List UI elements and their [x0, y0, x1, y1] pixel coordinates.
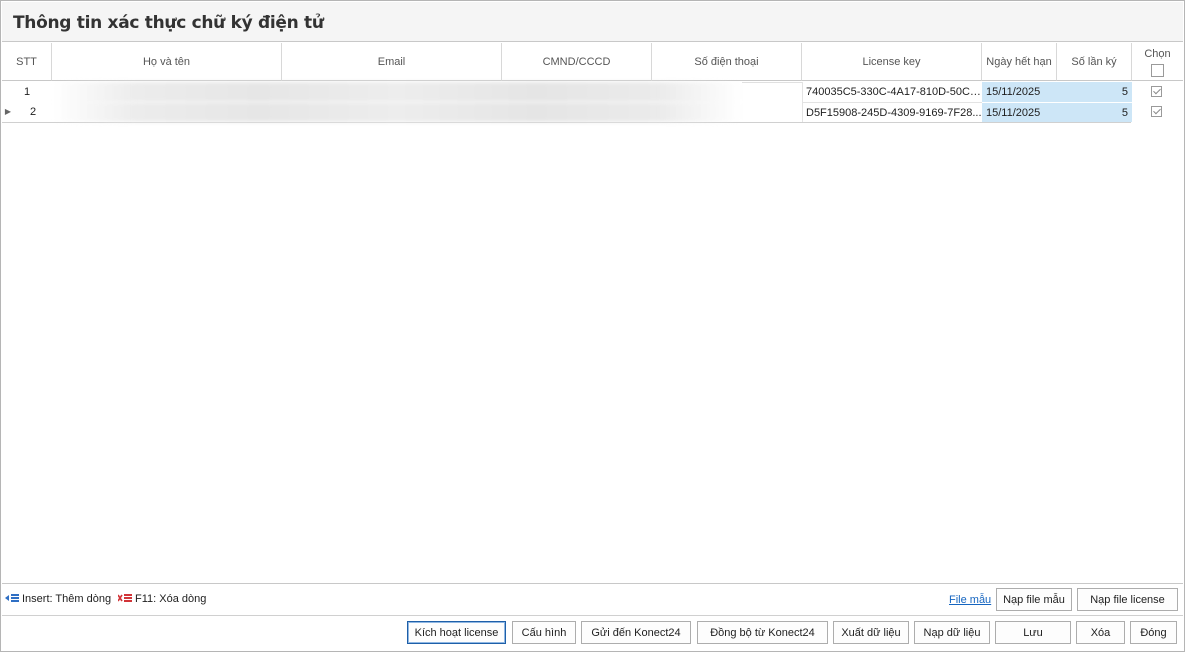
nap-file-mau-button[interactable]: Nạp file mẫu: [996, 588, 1072, 611]
row-so-lan-ky[interactable]: 5: [1057, 102, 1132, 122]
row-so-lan-ky[interactable]: 5: [1057, 82, 1132, 102]
xuat-du-lieu-button[interactable]: Xuất dữ liệu: [833, 621, 909, 644]
column-header-chon-label: Chọn: [1144, 48, 1171, 60]
xoa-button[interactable]: Xóa: [1076, 621, 1125, 644]
row-spacer: [742, 82, 802, 102]
column-header-license-key[interactable]: License key: [802, 43, 982, 81]
dong-bo-tu-konect24-button[interactable]: Đồng bộ từ Konect24: [697, 621, 828, 644]
row-chon-checkbox[interactable]: [1151, 86, 1162, 97]
row-ngay-het-han[interactable]: 15/11/2025: [982, 82, 1057, 102]
file-mau-link[interactable]: File mẫu: [949, 594, 991, 606]
column-header-stt[interactable]: STT: [2, 43, 52, 81]
title-bar: Thông tin xác thực chữ ký điện tử: [2, 2, 1183, 42]
kich-hoat-license-button[interactable]: Kích hoạt license: [407, 621, 506, 644]
column-header-cmnd[interactable]: CMND/CCCD: [502, 43, 652, 81]
column-header-chon[interactable]: Chọn: [1132, 43, 1183, 81]
select-all-checkbox[interactable]: [1151, 64, 1164, 77]
delete-row-hint: F11: Xóa dòng: [135, 593, 207, 605]
row-chon-checkbox[interactable]: [1151, 106, 1162, 117]
redacted-personal-info: [52, 102, 742, 122]
column-header-so-dien-thoai[interactable]: Số điện thoại: [652, 43, 802, 81]
row-indicator-arrow-icon: ▶: [4, 107, 12, 116]
dong-button[interactable]: Đóng: [1130, 621, 1177, 644]
luu-button[interactable]: Lưu: [995, 621, 1071, 644]
column-header-ngay-het-han[interactable]: Ngày hết hạn: [982, 43, 1057, 81]
insert-row-icon: [5, 593, 19, 603]
data-grid[interactable]: STT Họ và tên Email CMND/CCCD Số điện th…: [2, 43, 1183, 584]
nap-du-lieu-button[interactable]: Nạp dữ liệu: [914, 621, 990, 644]
nap-file-license-button[interactable]: Nạp file license: [1077, 588, 1178, 611]
insert-row-hint: Insert: Thêm dòng: [22, 593, 112, 605]
table-row[interactable]: ▶ 2 D5F15908-245D-4309-9169-7F28... 15/1…: [2, 102, 1162, 123]
row-license-key[interactable]: 740035C5-330C-4A17-810D-50CB...: [802, 82, 982, 102]
page-title: Thông tin xác thực chữ ký điện tử: [13, 13, 324, 33]
delete-row-icon: [117, 593, 132, 603]
dialog-window: Thông tin xác thực chữ ký điện tử STT Họ…: [0, 0, 1185, 652]
hint-bar: Insert: Thêm dòng F11: Xóa dòng File mẫu…: [2, 585, 1183, 616]
row-stt: 2: [29, 106, 37, 118]
table-row[interactable]: 1 740035C5-330C-4A17-810D-50CB... 15/11/…: [2, 82, 1162, 102]
row-license-key[interactable]: D5F15908-245D-4309-9169-7F28...: [802, 102, 982, 122]
column-header-so-lan-ky[interactable]: Số lần ký: [1057, 43, 1132, 81]
row-ngay-het-han[interactable]: 15/11/2025: [982, 102, 1057, 122]
column-header-ho-va-ten[interactable]: Họ và tên: [52, 43, 282, 81]
column-header-email[interactable]: Email: [282, 43, 502, 81]
redacted-personal-info: [52, 82, 742, 102]
gui-den-konect24-button[interactable]: Gửi đến Konect24: [581, 621, 691, 644]
cau-hinh-button[interactable]: Cấu hình: [512, 621, 576, 644]
row-stt: 1: [23, 86, 31, 98]
